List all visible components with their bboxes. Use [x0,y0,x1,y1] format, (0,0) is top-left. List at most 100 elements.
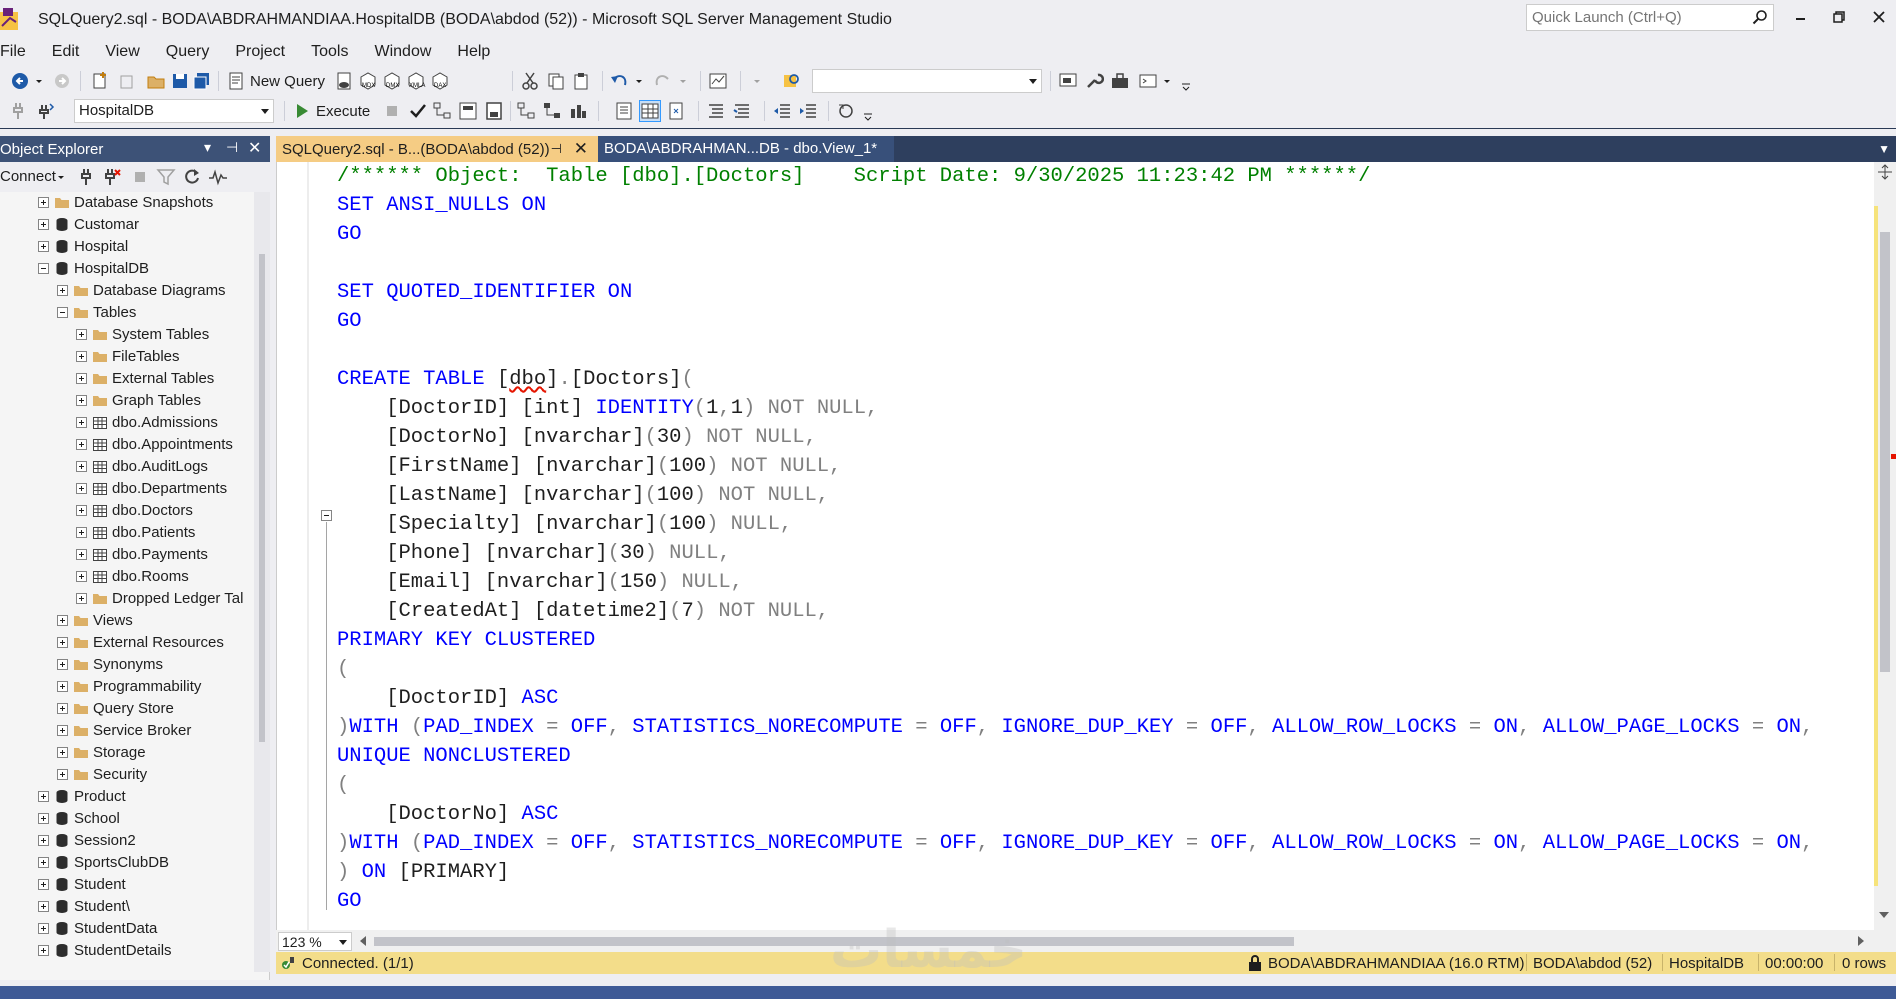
close-panel-icon[interactable]: ✕ [248,138,261,158]
tree-item[interactable]: Student\ [0,896,254,918]
tree-item[interactable]: Database Snapshots [0,192,254,214]
stop-icon[interactable] [382,101,402,121]
scrollbar-thumb[interactable] [259,254,265,742]
tree-item[interactable]: dbo.Appointments [0,434,254,456]
tree-item[interactable]: Views [0,610,254,632]
menu-view[interactable]: View [91,40,151,66]
expand-icon[interactable] [38,945,49,956]
results-to-text-icon[interactable] [614,101,634,121]
save-icon[interactable] [170,71,190,91]
auto-hide-pin-icon[interactable]: ⊣ [226,139,238,156]
xmla-query-icon[interactable]: XMLA [406,71,426,91]
open-file-icon[interactable] [146,71,166,91]
tree-item[interactable]: Programmability [0,676,254,698]
tree-item[interactable]: Tables [0,302,254,324]
expand-icon[interactable] [38,835,49,846]
tree-item[interactable]: dbo.Departments [0,478,254,500]
expand-icon[interactable] [57,637,68,648]
chevron-down-icon[interactable] [752,71,762,91]
disconnect-icon[interactable] [102,167,122,187]
tree-item[interactable]: Storage [0,742,254,764]
toolbox-icon[interactable] [1110,71,1130,91]
tree-item[interactable]: dbo.Patients [0,522,254,544]
tree-item[interactable]: Security [0,764,254,786]
intellisense-icon[interactable] [484,101,504,121]
expand-icon[interactable] [76,461,87,472]
tree-item[interactable]: Graph Tables [0,390,254,412]
expand-icon[interactable] [38,241,49,252]
registered-servers-icon[interactable] [1058,71,1078,91]
code-text[interactable]: /****** Object: Table [dbo].[Doctors] Sc… [337,162,1867,930]
expand-icon[interactable] [76,571,87,582]
tab-sqlquery2[interactable]: SQLQuery2.sql - B...(BODA\abdod (52)) ⊣ … [276,136,598,162]
tree-item[interactable]: HospitalDB [0,258,254,280]
expand-icon[interactable] [57,659,68,670]
comment-lines-icon[interactable] [706,101,726,121]
expand-icon[interactable] [57,681,68,692]
close-window-button[interactable] [1868,8,1890,30]
expand-icon[interactable] [76,505,87,516]
tree-item[interactable]: dbo.Payments [0,544,254,566]
expand-icon[interactable] [38,791,49,802]
tree-item[interactable]: StudentData [0,918,254,940]
forward-icon[interactable] [52,71,72,91]
include-actual-plan-icon[interactable] [516,101,536,121]
code-editor[interactable]: /****** Object: Table [dbo].[Doctors] Sc… [276,162,1896,930]
collapse-icon[interactable] [38,263,49,274]
solution-config-combo[interactable] [812,69,1042,93]
expand-icon[interactable] [38,923,49,934]
window-position-dropdown-icon[interactable]: ▾ [204,139,211,156]
tree-item[interactable]: School [0,808,254,830]
available-databases-combo[interactable]: HospitalDB [74,99,274,123]
quick-launch-input[interactable] [1527,5,1747,30]
tree-item[interactable]: SportsClubDB [0,852,254,874]
chevron-down-icon[interactable] [56,167,66,187]
filter-icon[interactable] [156,167,176,187]
expand-icon[interactable] [76,417,87,428]
tree-item[interactable]: Session2 [0,830,254,852]
quick-launch-box[interactable] [1526,4,1774,31]
split-window-icon[interactable] [1877,164,1893,180]
refresh-icon[interactable] [182,167,202,187]
search-icon[interactable] [1752,9,1768,25]
dmx-query-icon[interactable]: DMX [382,71,402,91]
expand-icon[interactable] [57,703,68,714]
zoom-combo[interactable]: 123 % [278,932,352,951]
menu-window[interactable]: Window [360,40,443,66]
find-in-files-icon[interactable] [782,71,802,91]
minimize-button[interactable] [1790,8,1812,30]
tree-item[interactable]: Student [0,874,254,896]
paste-icon[interactable] [572,71,592,91]
scroll-right-icon[interactable] [1858,936,1864,946]
specify-template-values-icon[interactable] [836,101,856,121]
tree-item[interactable]: Dropped Ledger Tal [0,588,254,610]
stop-icon[interactable] [130,167,150,187]
tree-item[interactable]: Database Diagrams [0,280,254,302]
expand-icon[interactable] [38,813,49,824]
redo-icon[interactable] [652,71,672,91]
menu-edit[interactable]: Edit [38,40,92,66]
chevron-down-icon[interactable] [678,71,688,91]
cut-icon[interactable] [520,71,540,91]
tree-item[interactable]: Hospital [0,236,254,258]
copy-icon[interactable] [546,71,566,91]
menu-project[interactable]: Project [221,40,297,66]
activity-monitor-icon[interactable] [708,71,728,91]
expand-icon[interactable] [57,769,68,780]
decrease-indent-icon[interactable] [772,101,792,121]
tab-list-dropdown-icon[interactable]: ▼ [1878,142,1890,156]
close-tab-icon[interactable]: ✕ [574,139,588,159]
toolbar-options-icon[interactable] [862,101,874,121]
expand-icon[interactable] [76,439,87,450]
mdx-query-icon[interactable]: MDX [358,71,378,91]
expand-icon[interactable] [76,593,87,604]
expand-icon[interactable] [76,483,87,494]
expand-icon[interactable] [38,219,49,230]
expand-icon[interactable] [57,285,68,296]
tree-item[interactable]: dbo.Admissions [0,412,254,434]
chevron-down-icon[interactable] [1162,71,1172,91]
menu-file[interactable]: File [0,40,38,66]
client-statistics-icon[interactable] [568,101,588,121]
menu-query[interactable]: Query [152,40,222,66]
expand-icon[interactable] [38,197,49,208]
